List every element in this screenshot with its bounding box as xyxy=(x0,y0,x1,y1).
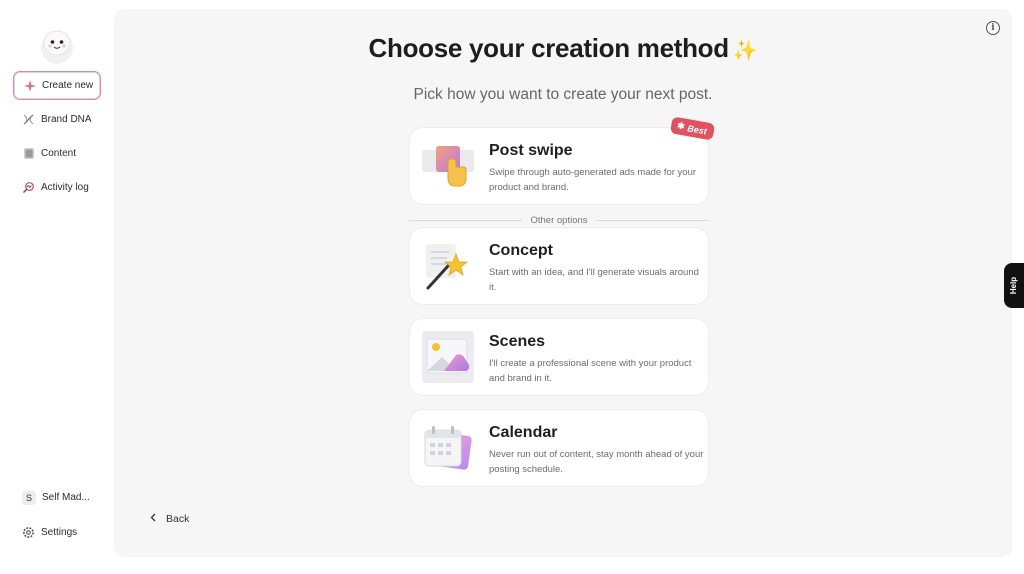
card-title: Post swipe xyxy=(489,142,573,159)
sparkles-icon: ✨ xyxy=(732,40,758,62)
mascot-logo[interactable] xyxy=(35,24,79,68)
sidebar-item-label: Activity log xyxy=(41,182,89,193)
magic-wand-icon xyxy=(426,244,469,290)
sidebar-item-brand-dna[interactable]: Brand DNA xyxy=(13,105,101,134)
star-icon: ✱ xyxy=(676,120,686,132)
card-description: Swipe through auto-generated ads made fo… xyxy=(489,167,697,193)
sidebar-item-activity-log[interactable]: Activity log xyxy=(13,173,101,202)
workspace-switcher[interactable]: S Self Mad... xyxy=(13,483,101,512)
sidebar-item-label: Content xyxy=(41,148,77,159)
settings-label: Settings xyxy=(41,527,78,538)
sidebar-item-label: Brand DNA xyxy=(41,114,92,125)
card-description: I'll create a professional scene with yo… xyxy=(489,358,692,384)
concept-card[interactable]: Concept Start with an idea, and I'll gen… xyxy=(409,227,709,305)
sidebar-item-label: Create new xyxy=(42,80,94,91)
swipe-hand-icon xyxy=(422,146,474,187)
scenes-card[interactable]: Scenes I'll create a professional scene … xyxy=(409,318,709,396)
divider-label: Other options xyxy=(530,215,588,226)
help-label: Help xyxy=(1009,276,1019,295)
stack-icon xyxy=(22,147,35,160)
back-button[interactable]: Back xyxy=(150,513,189,525)
sidebar-item-create-new[interactable]: Create new xyxy=(13,71,101,100)
chevron-left-icon xyxy=(150,513,156,525)
dna-icon xyxy=(22,113,35,126)
gear-icon xyxy=(22,526,35,539)
settings-button[interactable]: Settings xyxy=(13,518,101,547)
page-title: Choose your creation method ✨ xyxy=(368,33,758,63)
back-label: Back xyxy=(166,513,190,525)
card-title: Scenes xyxy=(489,333,546,350)
sidebar: Create new Brand DNA Content Activity lo… xyxy=(0,0,112,574)
card-description: Never run out of content, stay month ahe… xyxy=(489,449,704,475)
help-tab[interactable]: Help xyxy=(1004,263,1024,308)
post-swipe-card[interactable]: Post swipe Swipe through auto-generated … xyxy=(409,116,716,205)
calendar-card[interactable]: Calendar Never run out of content, stay … xyxy=(409,409,709,487)
activity-search-icon xyxy=(22,181,35,194)
sparkle-plus-icon xyxy=(23,79,36,92)
workspace-label: Self Mad... xyxy=(42,492,90,503)
card-description: Start with an idea, and I'll generate vi… xyxy=(489,267,699,293)
other-options-divider: Other options xyxy=(409,215,710,226)
page-subtitle: Pick how you want to create your next po… xyxy=(413,86,713,103)
sidebar-item-content[interactable]: Content xyxy=(13,139,101,168)
main-panel: i Choose your creation method ✨ Pick how … xyxy=(114,9,1012,557)
card-title: Calendar xyxy=(489,424,558,441)
image-scene-icon xyxy=(422,331,474,383)
workspace-initial: S xyxy=(22,490,36,505)
calendar-stack-icon xyxy=(424,426,472,470)
best-badge: ✱ Best xyxy=(669,116,716,141)
card-title: Concept xyxy=(489,242,553,259)
